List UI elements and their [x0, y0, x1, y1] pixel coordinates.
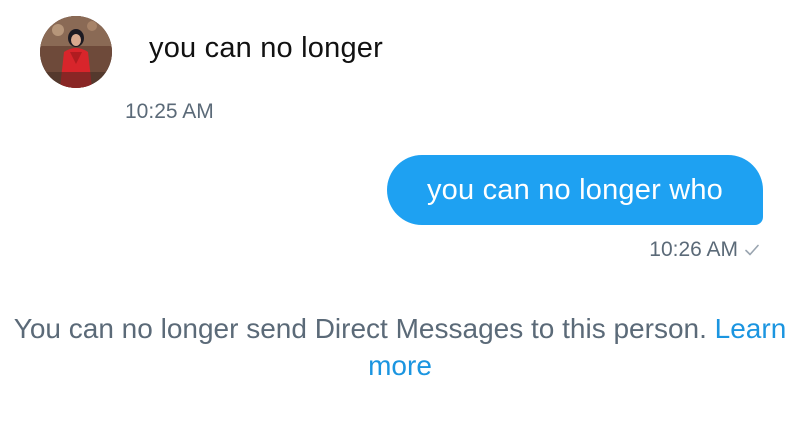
sent-message-text: you can no longer who	[426, 173, 723, 206]
sender-avatar[interactable]	[40, 16, 112, 88]
sent-message-timestamp: 10:26 AM	[649, 238, 738, 261]
blocked-notice: You can no longer send Direct Messages t…	[0, 310, 800, 384]
avatar-photo-icon	[40, 16, 112, 88]
received-message-timestamp: 10:25 AM	[125, 100, 214, 123]
sent-message-bubble[interactable]: you can no longer who	[387, 155, 763, 225]
blocked-notice-text: You can no longer send Direct Messages t…	[13, 313, 707, 344]
sent-message-meta: 10:26 AM	[649, 238, 760, 262]
received-message-text: you can no longer	[149, 32, 383, 64]
check-icon	[745, 244, 759, 256]
